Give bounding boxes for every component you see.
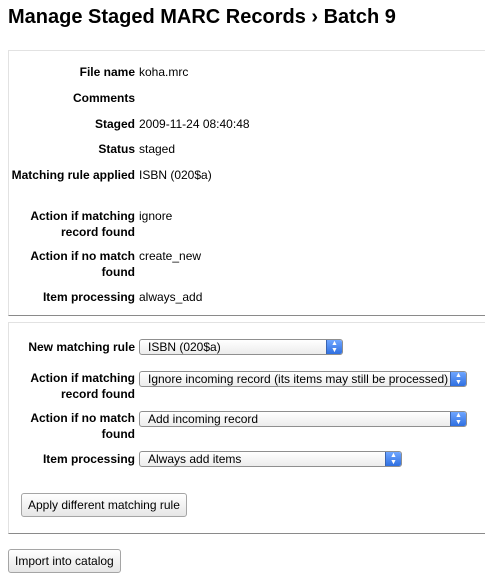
new-rule-select[interactable]: ISBN (020$a) ▲ ▼ [139,339,343,355]
matching-rule-label: Matching rule applied [11,168,135,182]
item-processing-select[interactable]: Always add items ▲ ▼ [139,451,402,467]
file-name-label: File name [79,65,135,79]
updown-arrows-icon: ▲ ▼ [450,372,466,386]
action-nomatch-selected: Add incoming record [148,412,259,426]
item-processing-selected: Always add items [148,452,242,466]
action-match-form-label: Action if matching record found [30,371,135,401]
apply-matching-rule-button[interactable]: Apply different matching rule [21,493,187,517]
new-rule-label: New matching rule [28,340,135,354]
item-processing-label: Item processing [42,290,135,304]
import-into-catalog-button[interactable]: Import into catalog [8,549,121,573]
new-rule-selected: ISBN (020$a) [148,340,221,354]
item-processing-value: always_add [139,290,203,304]
file-name-value: koha.mrc [139,65,189,79]
matching-rule-form: New matching rule ISBN (020$a) ▲ ▼ Action… [8,322,485,534]
action-match-selected: Ignore incoming record (its items may st… [148,372,449,386]
comments-label: Comments [72,91,135,105]
action-nomatch-label: Action if no match found [30,249,135,279]
action-nomatch-value: create_new [139,249,202,263]
status-value: staged [139,142,176,156]
staged-label: Staged [94,117,135,131]
action-nomatch-form-label: Action if no match found [30,411,135,441]
action-nomatch-select[interactable]: Add incoming record ▲ ▼ [139,411,467,427]
updown-arrows-icon: ▲ ▼ [450,412,466,426]
staged-value: 2009-11-24 08:40:48 [139,117,250,131]
action-match-value: ignore [139,209,173,223]
item-processing-form-label: Item processing [42,452,135,466]
status-label: Status [98,142,135,156]
action-match-label: Action if matching record found [30,209,135,239]
updown-arrows-icon: ▲ ▼ [385,452,401,466]
batch-info-panel: File name koha.mrc Comments Staged 2009-… [8,50,485,316]
matching-rule-value: ISBN (020$a) [139,168,212,182]
action-match-select[interactable]: Ignore incoming record (its items may st… [139,371,467,387]
updown-arrows-icon: ▲ ▼ [326,340,342,354]
page-title: Manage Staged MARC Records › Batch 9 [8,6,396,28]
